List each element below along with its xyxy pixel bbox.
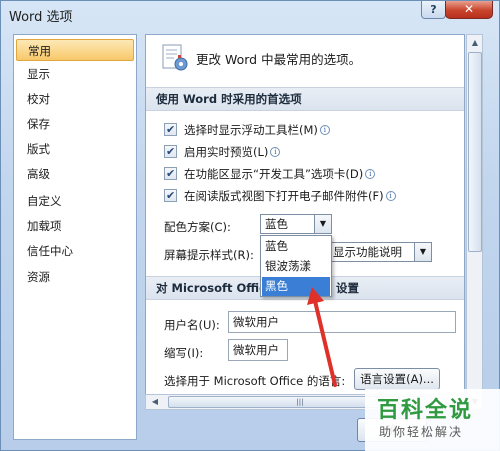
vertical-scrollbar[interactable]: ▲ ▼ [466,34,483,410]
option-label: 选择时显示浮动工具栏(M) [184,123,318,137]
sidebar-item-common[interactable]: 常用 [16,39,134,61]
options-document-icon [162,44,188,71]
content-header: 更改 Word 中最常用的选项。 [146,35,464,83]
color-scheme-value: 蓝色 [265,217,288,231]
option-developer-tab[interactable]: 在功能区显示“开发工具”选项卡(D)i [164,165,454,183]
option-email-attachments[interactable]: 在阅读版式视图下打开电子邮件附件(F)i [164,187,454,205]
title-bar: Word 选项 ? ✕ [1,1,500,29]
initials-field[interactable]: 微软用户 [228,339,288,361]
window-title: Word 选项 [9,10,73,25]
section-preferences-header: 使用 Word 时采用的首选项 [146,87,464,111]
chevron-down-icon[interactable]: ▼ [314,215,331,233]
info-icon: i [319,125,330,135]
word-options-dialog: Word 选项 ? ✕ 常用 显示 校对 保存 版式 高级 自定义 加载项 信任… [0,0,500,451]
option-floating-toolbar[interactable]: 选择时显示浮动工具栏(M)i [164,121,454,139]
scroll-up-icon[interactable]: ▲ [468,35,482,50]
watermark-subtitle: 助你轻松解决 [379,425,464,439]
sidebar: 常用 显示 校对 保存 版式 高级 自定义 加载项 信任中心 资源 [13,34,137,440]
close-button[interactable]: ✕ [445,1,493,19]
color-scheme-label: 配色方案(C): [164,220,231,234]
chevron-down-icon[interactable]: ▼ [414,243,431,261]
section-personalize-title-left: 对 Microsoft Office [156,281,274,295]
info-icon: i [270,147,281,157]
language-label: 选择用于 Microsoft Office 的语言: [164,374,346,388]
help-button[interactable]: ? [421,1,446,19]
options-content: 更改 Word 中最常用的选项。 使用 Word 时采用的首选项 选择时显示浮动… [145,34,465,410]
sidebar-item-trust-center[interactable]: 信任中心 [16,240,134,262]
scroll-left-icon[interactable]: ◀ [148,395,162,409]
info-icon: i [385,191,396,201]
sidebar-item-customize[interactable]: 自定义 [16,190,134,212]
dropdown-option-blue[interactable]: 蓝色 [262,237,330,256]
sidebar-item-display[interactable]: 显示 [16,63,134,85]
screentip-label: 屏幕提示样式(R): [164,248,254,262]
content-header-text: 更改 Word 中最常用的选项。 [196,52,362,67]
username-field[interactable]: 微软用户 [228,311,456,333]
option-label: 启用实时预览(L) [184,145,269,159]
sidebar-item-addins[interactable]: 加载项 [16,215,134,237]
section-personalize-title-right: 设置 [336,281,359,295]
sidebar-item-advanced[interactable]: 高级 [16,163,134,185]
checkbox[interactable] [164,143,177,161]
dropdown-option-silver[interactable]: 银波荡漾 [262,257,330,276]
language-settings-button[interactable]: 语言设置(A)... [354,368,440,390]
sidebar-item-save[interactable]: 保存 [16,113,134,135]
scroll-thumb[interactable] [468,52,482,252]
username-label: 用户名(U): [164,318,220,332]
sidebar-item-layout[interactable]: 版式 [16,138,134,160]
checkbox[interactable] [164,121,177,139]
checkbox[interactable] [164,165,177,183]
sidebar-item-proofing[interactable]: 校对 [16,88,134,110]
option-label: 在功能区显示“开发工具”选项卡(D) [184,167,364,181]
screentip-value: 显示功能说明 [333,245,402,259]
info-icon: i [365,169,376,179]
dropdown-option-black[interactable]: 黑色 [262,277,330,296]
option-label: 在阅读版式视图下打开电子邮件附件(F) [184,189,384,203]
color-scheme-dropdown-list: 蓝色 银波荡漾 黑色 [260,235,332,297]
watermark-title: 百科全说 [377,398,474,423]
option-live-preview[interactable]: 启用实时预览(L)i [164,143,454,161]
checkbox[interactable] [164,187,177,205]
initials-label: 缩写(I): [164,346,204,360]
color-scheme-select[interactable]: 蓝色 ▼ [260,214,332,234]
watermark: 百科全说 助你轻松解决 [365,389,500,451]
sidebar-item-resources[interactable]: 资源 [16,266,134,288]
